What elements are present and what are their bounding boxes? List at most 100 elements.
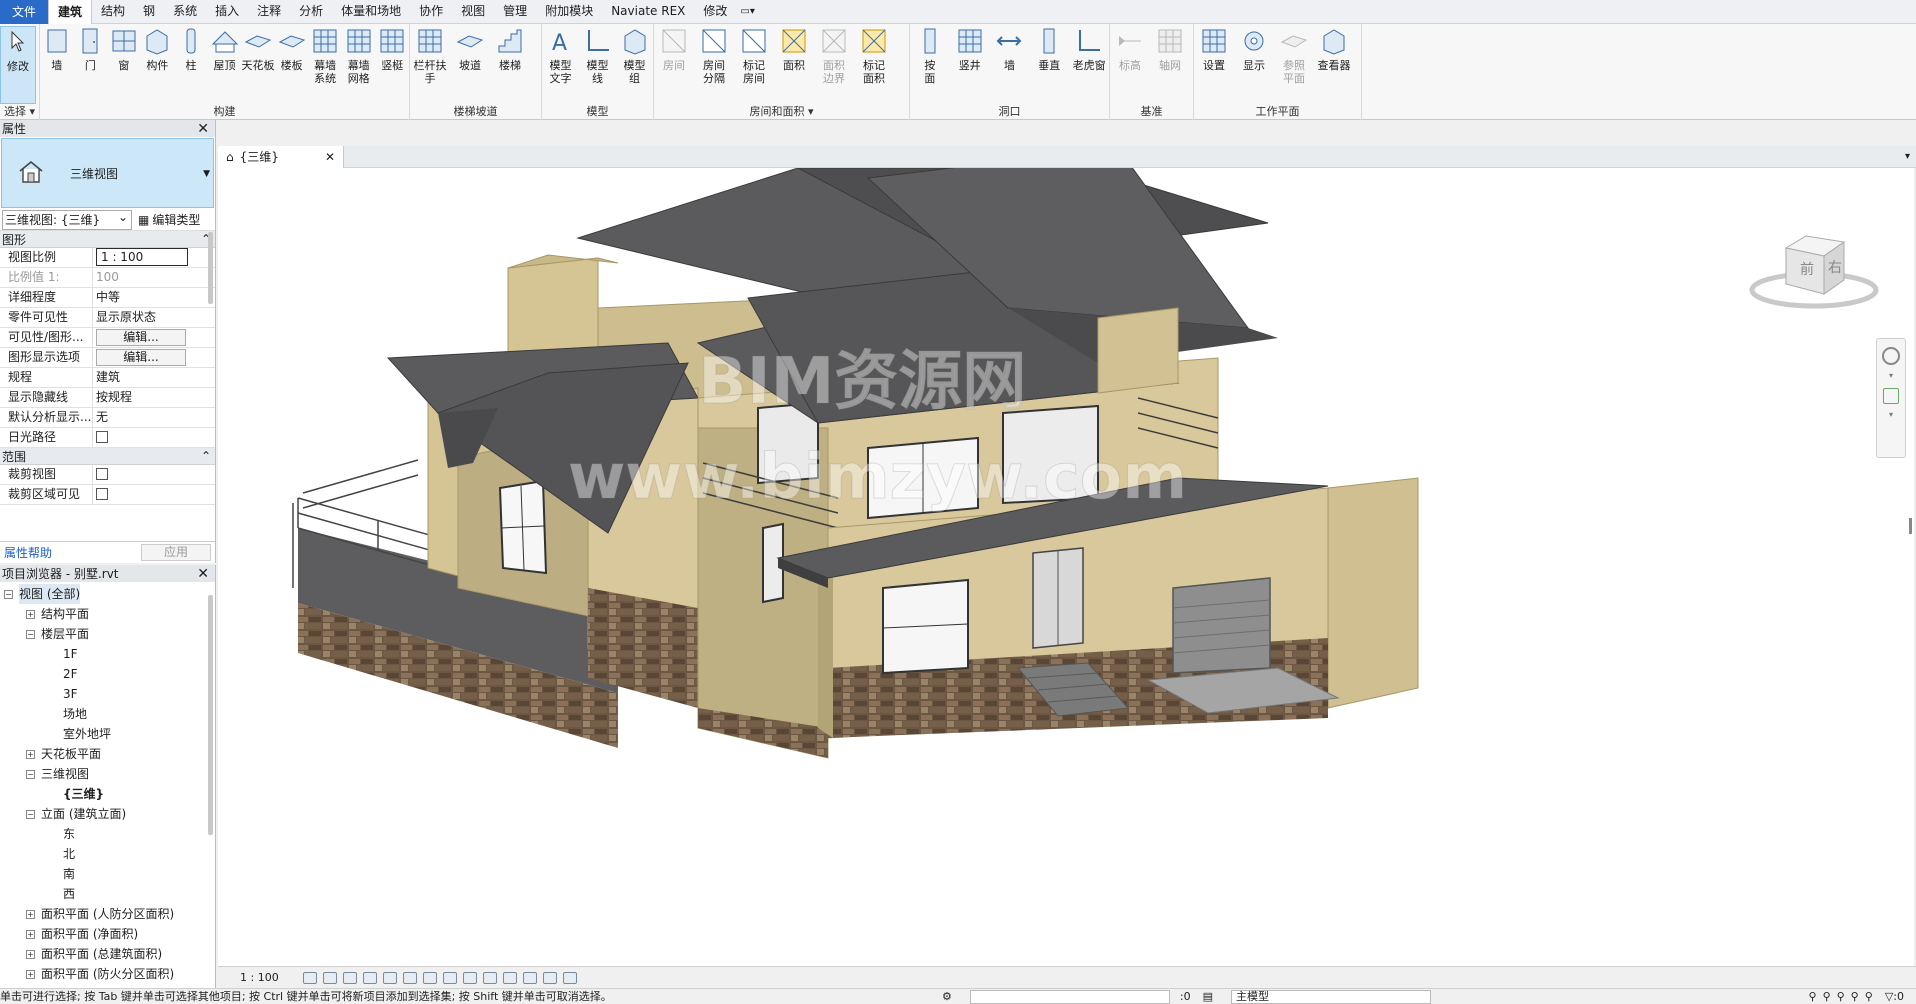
modify-button[interactable]: 修改 [0, 26, 36, 104]
property-checkbox[interactable] [96, 430, 108, 443]
tree-item[interactable]: 南 [0, 864, 215, 884]
navigation-bar[interactable]: ▾ ▾ [1876, 338, 1906, 458]
model-button-1[interactable]: 模型 线 [579, 26, 616, 104]
property-value[interactable]: 显示原状态 [96, 310, 156, 324]
build-button-6[interactable]: 天花板 [241, 26, 275, 104]
tree-item[interactable]: − 立面 (建筑立面) [0, 804, 215, 824]
property-checkbox[interactable] [96, 487, 108, 500]
property-value[interactable]: 建筑 [96, 370, 120, 384]
expand-icon[interactable]: + [26, 929, 35, 939]
tab-13[interactable]: 修改 [694, 0, 736, 23]
expand-icon[interactable]: + [26, 909, 35, 919]
model-button-2[interactable]: 模型 组 [616, 26, 653, 104]
collapse-icon[interactable]: − [4, 589, 13, 599]
property-edit-button[interactable]: 编辑... [96, 349, 186, 366]
detail-level-icon[interactable] [302, 971, 317, 984]
design-options-icon[interactable]: ▤ [1203, 989, 1213, 1004]
crop-region-icon[interactable] [422, 971, 437, 984]
temporary-hide-icon[interactable] [462, 971, 477, 984]
stairs-button-0[interactable]: 栏杆扶手 [410, 26, 450, 104]
unlock-view-icon[interactable] [442, 971, 457, 984]
room-button-2[interactable]: 标记 房间 [734, 26, 774, 104]
build-button-10[interactable]: 竖梃 [375, 26, 409, 104]
opening-button-2[interactable]: 墙 [990, 26, 1030, 104]
tab-10[interactable]: 管理 [494, 0, 536, 23]
crop-view-icon[interactable] [402, 971, 417, 984]
opening-button-1[interactable]: 竖井 [950, 26, 990, 104]
tab-11[interactable]: 附加模块 [536, 0, 602, 23]
tab-3[interactable]: 系统 [164, 0, 206, 23]
filter-icon[interactable]: ▽ [1885, 989, 1893, 1004]
room-button-5[interactable]: 标记 面积 [854, 26, 894, 104]
file-menu[interactable]: 文件 [0, 0, 49, 24]
tree-item[interactable]: 1F [0, 644, 215, 664]
visual-style-icon[interactable] [322, 971, 337, 984]
close-icon[interactable]: ✕ [325, 150, 335, 164]
collapse-icon[interactable]: ⌃ [201, 449, 211, 463]
workplane-button-1[interactable]: 显示 [1234, 26, 1274, 104]
tab-overflow-icon[interactable]: ▾ [1905, 151, 1910, 162]
chevron-down-icon[interactable]: ▾ [1887, 371, 1895, 380]
tree-item[interactable]: − 三维视图 [0, 764, 215, 784]
apply-button[interactable]: 应用 [141, 544, 211, 561]
workset-select[interactable] [969, 989, 1170, 1004]
build-button-3[interactable]: 构件 [141, 26, 175, 104]
edit-type-button[interactable]: ▦ 编辑类型 [138, 211, 200, 228]
tree-item[interactable]: 西 [0, 884, 215, 904]
close-icon[interactable]: ✕ [197, 567, 209, 581]
type-selector[interactable]: 三维视图 ▼ [1, 138, 214, 208]
build-button-9[interactable]: 幕墙 网格 [342, 26, 376, 104]
tab-12[interactable]: Naviate REX [602, 0, 694, 23]
worksets-icon[interactable]: ⚙ [942, 989, 952, 1004]
analysis-icon[interactable] [522, 971, 537, 984]
tab-4[interactable]: 插入 [206, 0, 248, 23]
tree-item[interactable]: {三维} [0, 784, 215, 804]
datum-button-1[interactable]: 轴网 [1150, 26, 1190, 104]
tab-6[interactable]: 分析 [290, 0, 332, 23]
build-button-0[interactable]: 墙 [40, 26, 74, 104]
collapse-icon[interactable]: − [26, 629, 35, 639]
tab-8[interactable]: 协作 [410, 0, 452, 23]
room-button-1[interactable]: 房间 分隔 [694, 26, 734, 104]
property-section-header[interactable]: 图形 ⌃ [0, 231, 215, 248]
model-viewport[interactable]: BIM资源网 www.bimzyw.com 前 右 ▾ ▾ [218, 168, 1914, 966]
properties-scrollbar[interactable] [208, 232, 213, 304]
expand-icon[interactable]: + [26, 949, 35, 959]
model-button-0[interactable]: A 模型 文字 [542, 26, 579, 104]
viewport-scroll-marker[interactable] [1909, 518, 1912, 534]
reveal-hidden-icon[interactable] [482, 971, 497, 984]
build-button-4[interactable]: 柱 [174, 26, 208, 104]
render-icon[interactable] [382, 971, 397, 984]
property-section-header[interactable]: 范围 ⌃ [0, 448, 215, 465]
stairs-button-1[interactable]: 坡道 [450, 26, 490, 104]
opening-button-4[interactable]: 老虎窗 [1069, 26, 1109, 104]
view-instance-select[interactable]: 三维视图: {三维} [2, 208, 132, 230]
tab-0[interactable]: 建筑 [48, 0, 93, 24]
property-value[interactable]: 按规程 [96, 390, 132, 404]
build-button-8[interactable]: 幕墙 系统 [308, 26, 342, 104]
room-button-4[interactable]: 面积 边界 [814, 26, 854, 104]
opening-button-3[interactable]: 垂直 [1029, 26, 1069, 104]
property-edit-button[interactable]: 编辑... [96, 329, 186, 346]
tree-item[interactable]: − 视图 (全部) [0, 584, 215, 604]
sun-path-icon[interactable] [342, 971, 357, 984]
workplane-button-0[interactable]: 设置 [1194, 26, 1234, 104]
property-value[interactable]: 无 [96, 410, 108, 424]
dropdown-arrow-icon[interactable]: ▼ [203, 169, 210, 179]
tree-item[interactable]: 3F [0, 684, 215, 704]
tree-item[interactable]: 室外地坪 [0, 724, 215, 744]
tree-item[interactable]: + 面积平面 (防火分区面积) [0, 964, 215, 984]
close-icon[interactable]: ✕ [197, 122, 209, 136]
tab-5[interactable]: 注释 [248, 0, 290, 23]
tree-item[interactable]: 场地 [0, 704, 215, 724]
browser-scrollbar[interactable] [208, 595, 213, 835]
scale-label[interactable]: 1 : 100 [240, 971, 279, 984]
highlight-icon[interactable] [542, 971, 557, 984]
steering-wheel-icon[interactable] [1882, 347, 1900, 365]
tree-item[interactable]: 东 [0, 824, 215, 844]
tree-item[interactable]: + 面积平面 (净面积) [0, 924, 215, 944]
view-cube[interactable]: 前 右 [1744, 228, 1884, 321]
design-option-select[interactable]: 主模型 [1231, 989, 1431, 1004]
tab-3d-view[interactable]: ⌂ {三维} ✕ [218, 145, 344, 168]
expand-icon[interactable]: + [26, 609, 35, 619]
